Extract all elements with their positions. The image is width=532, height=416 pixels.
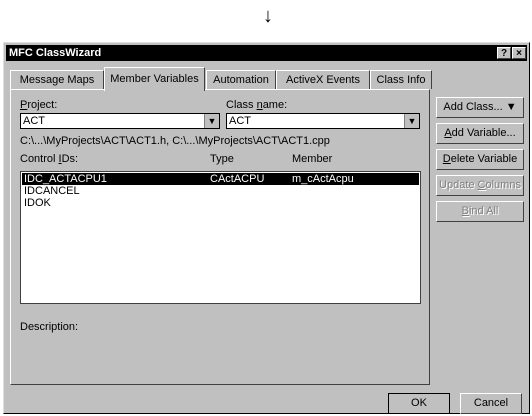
classname-value: ACT: [229, 115, 251, 127]
help-button[interactable]: ?: [497, 47, 511, 59]
project-value: ACT: [23, 115, 45, 127]
add-class-button[interactable]: Add Class... ▼: [436, 97, 524, 118]
file-path-text: C:\...\MyProjects\ACT\ACT1.h, C:\...\MyP…: [20, 135, 330, 147]
member-header: Member: [292, 153, 333, 165]
control-ids-header: Control IDs:: [20, 153, 79, 165]
tab-class-info[interactable]: Class Info: [370, 70, 432, 89]
cancel-button[interactable]: Cancel: [460, 393, 522, 414]
tab-activex-events[interactable]: ActiveX Events: [276, 70, 370, 89]
project-label: Project:: [20, 99, 58, 111]
description-label: Description:: [20, 321, 79, 333]
classwizard-window: MFC ClassWizard ? × Message Maps Member …: [3, 42, 530, 414]
ok-button[interactable]: OK: [388, 393, 450, 414]
add-variable-button[interactable]: Add Variable...: [436, 123, 524, 144]
down-arrow-icon: ↓: [263, 5, 273, 27]
delete-variable-button[interactable]: Delete Variable: [436, 149, 524, 170]
chevron-down-icon[interactable]: ▼: [204, 114, 219, 128]
tab-member-variables[interactable]: Member Variables: [104, 67, 205, 91]
tab-message-maps[interactable]: Message Maps: [10, 70, 104, 89]
project-combo[interactable]: ACT ▼: [20, 113, 220, 129]
update-columns-button[interactable]: Update Columns: [436, 175, 524, 196]
type-header: Type: [210, 153, 234, 165]
list-item[interactable]: IDC_ACTACPU1 CActACPU m_cActAcpu: [22, 173, 419, 185]
window-title: MFC ClassWizard: [9, 47, 102, 59]
chevron-down-icon[interactable]: ▼: [404, 114, 419, 128]
title-bar[interactable]: MFC ClassWizard ? ×: [6, 45, 527, 61]
list-item[interactable]: IDCANCEL: [22, 185, 419, 197]
close-button[interactable]: ×: [512, 47, 526, 59]
tab-automation[interactable]: Automation: [206, 70, 276, 89]
classname-combo[interactable]: ACT ▼: [226, 113, 420, 129]
list-item[interactable]: IDOK: [22, 197, 419, 209]
bind-all-button[interactable]: Bind All: [436, 201, 524, 222]
classname-label: Class name:: [226, 99, 288, 111]
control-ids-list[interactable]: IDC_ACTACPU1 CActACPU m_cActAcpu IDCANCE…: [20, 171, 421, 304]
